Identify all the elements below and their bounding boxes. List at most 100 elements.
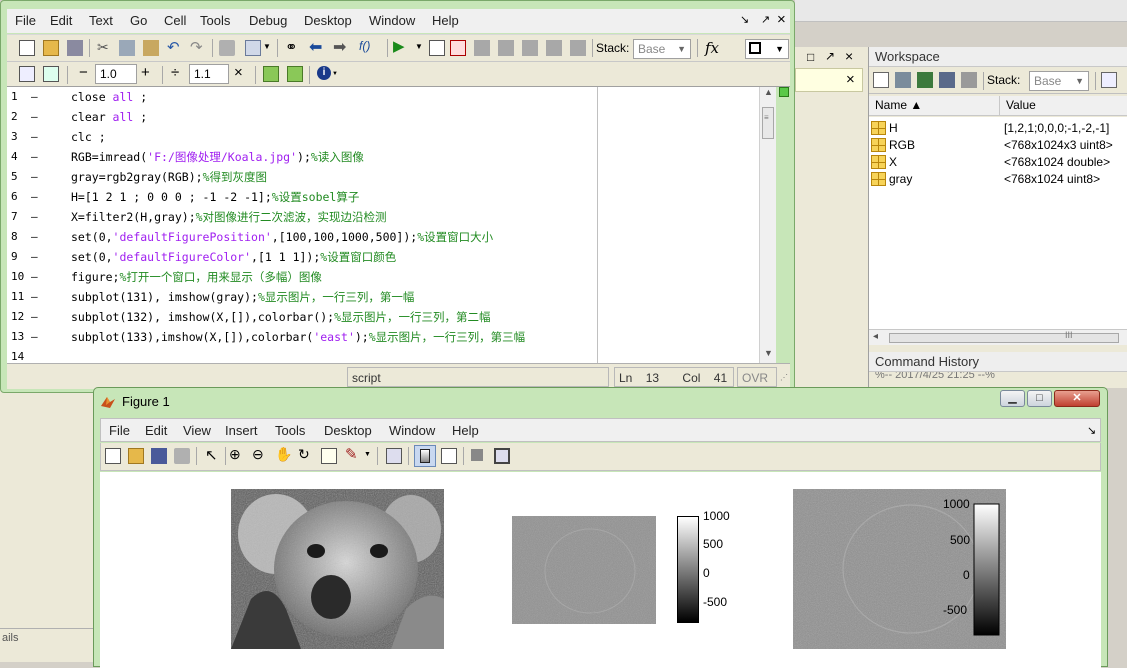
undock-icon[interactable]: ↗ xyxy=(761,13,770,26)
scroll-left-icon[interactable]: ◂ xyxy=(873,331,878,342)
dock-arrow-icon[interactable]: ↘ xyxy=(1087,424,1096,437)
select-arrow-icon[interactable]: ↖ xyxy=(205,446,218,464)
publish-icon[interactable] xyxy=(245,40,261,56)
code-line[interactable]: set(0,'defaultFigurePosition',[100,100,1… xyxy=(71,227,493,247)
open-folder-icon[interactable] xyxy=(43,40,59,56)
menu-cell[interactable]: Cell xyxy=(164,9,186,33)
column-header-value[interactable]: Value xyxy=(1006,98,1036,112)
menu-window[interactable]: Window xyxy=(389,419,435,443)
decrement-button[interactable]: − xyxy=(79,64,88,81)
import-data-icon[interactable] xyxy=(917,72,933,88)
zoom-out-icon[interactable]: ⊖ xyxy=(252,446,264,463)
code-line[interactable]: close all ; xyxy=(71,87,147,107)
menu-help[interactable]: Help xyxy=(432,9,459,33)
close-icon[interactable]: × xyxy=(845,48,853,64)
paste-icon[interactable] xyxy=(143,40,159,56)
command-history-entry[interactable]: %-- 2017/4/25 21:25 --% xyxy=(875,372,1125,380)
multiply-button[interactable]: × xyxy=(234,64,243,81)
code-line[interactable]: gray=rgb2gray(RGB);%得到灰度图 xyxy=(71,167,267,187)
scroll-down-icon[interactable]: ▼ xyxy=(764,348,773,358)
new-variable-icon[interactable] xyxy=(873,72,889,88)
scrollbar-thumb[interactable]: III xyxy=(889,330,1119,343)
chevron-down-icon[interactable]: ▼ xyxy=(332,71,338,77)
chevron-down-icon[interactable]: ▼ xyxy=(364,451,371,458)
print-icon[interactable] xyxy=(174,448,190,464)
forward-arrow-icon[interactable]: ➡ xyxy=(333,37,346,57)
table-row[interactable]: H [1,2,1;0,0,0;-1,-2,-1] xyxy=(869,120,1127,137)
save-icon[interactable] xyxy=(67,40,83,56)
redo-icon[interactable]: ↷ xyxy=(190,38,203,56)
print-icon[interactable] xyxy=(219,40,235,56)
link-plot-icon[interactable] xyxy=(386,448,402,464)
code-editor[interactable]: 1–2–3–4–5–6–7–8–9–10–11–12–13–14 close a… xyxy=(7,87,776,363)
colorbar-1[interactable] xyxy=(677,516,699,623)
close-info-icon[interactable]: × xyxy=(846,71,855,88)
menu-help[interactable]: Help xyxy=(452,419,479,443)
subplot-3-filtered-image[interactable] xyxy=(793,489,1006,649)
plot-selection-icon[interactable] xyxy=(1101,72,1117,88)
code-line[interactable]: subplot(133),imshow(X,[]),colorbar('east… xyxy=(71,327,525,347)
close-icon[interactable]: × xyxy=(777,11,786,28)
subplot-1-grayscale-image[interactable] xyxy=(231,489,444,649)
code-line[interactable]: subplot(131), imshow(gray);%显示图片，一行三列，第一… xyxy=(71,287,414,307)
code-line[interactable]: subplot(132), imshow(X,[]),colorbar();%显… xyxy=(71,307,491,327)
menu-go[interactable]: Go xyxy=(130,9,147,33)
step-icon[interactable] xyxy=(474,40,490,56)
table-row[interactable]: RGB <768x1024x3 uint8> xyxy=(869,137,1127,154)
code-line[interactable]: RGB=imread('F:/图像处理/Koala.jpg');%读入图像 xyxy=(71,147,364,167)
function-browser-icon[interactable]: f() xyxy=(359,39,370,53)
code-analyzer-status-indicator[interactable] xyxy=(779,87,789,97)
undo-icon[interactable]: ↶ xyxy=(167,38,180,56)
menu-tools[interactable]: Tools xyxy=(275,419,305,443)
resize-grip-icon[interactable]: ⋰ xyxy=(780,373,788,382)
menu-desktop[interactable]: Desktop xyxy=(324,419,372,443)
menu-insert[interactable]: Insert xyxy=(225,419,258,443)
editor-vertical-scrollbar[interactable]: ▲ ≡ ▼ xyxy=(759,87,776,363)
legend-icon[interactable] xyxy=(441,448,457,464)
table-row[interactable]: gray <768x1024 uint8> xyxy=(869,171,1127,188)
pan-hand-icon[interactable]: ✋ xyxy=(275,446,292,463)
step-out-icon[interactable] xyxy=(522,40,538,56)
layout-select[interactable]: ▼ xyxy=(745,39,789,59)
close-button[interactable]: ✕ xyxy=(1054,390,1100,407)
code-line[interactable]: X=filter2(H,gray);%对图像进行二次滤波，实现边沿检测 xyxy=(71,207,387,227)
zoom-in-icon[interactable]: ⊕ xyxy=(229,446,241,463)
menu-debug[interactable]: Debug xyxy=(249,9,287,33)
step-in-icon[interactable] xyxy=(498,40,514,56)
scrollbar-thumb[interactable]: ≡ xyxy=(762,107,774,139)
cut-icon[interactable]: ✂ xyxy=(97,39,109,56)
save-workspace-icon[interactable] xyxy=(939,72,955,88)
evaluate-cell-icon[interactable] xyxy=(43,66,59,82)
open-folder-icon[interactable] xyxy=(128,448,144,464)
rotate-3d-icon[interactable]: ↻ xyxy=(298,446,310,463)
new-figure-icon[interactable] xyxy=(105,448,121,464)
clear-breakpoints-icon[interactable] xyxy=(450,40,466,56)
column-header-name[interactable]: Name ▲ xyxy=(875,98,922,112)
subplot-2-filtered-image[interactable] xyxy=(512,516,656,624)
menu-view[interactable]: View xyxy=(183,419,211,443)
info-icon[interactable]: i xyxy=(317,66,331,80)
code-line[interactable]: clear all ; xyxy=(71,107,147,127)
open-variable-icon[interactable] xyxy=(895,72,911,88)
delete-variable-icon[interactable] xyxy=(961,72,977,88)
exit-debug-icon[interactable] xyxy=(570,40,586,56)
editor-stack-select[interactable]: Base ▼ xyxy=(633,39,691,59)
menu-edit[interactable]: Edit xyxy=(50,9,72,33)
new-file-icon[interactable] xyxy=(19,40,35,56)
menu-desktop[interactable]: Desktop xyxy=(304,9,352,33)
code-line[interactable]: set(0,'defaultFigureColor',[1 1 1]);%设置窗… xyxy=(71,247,396,267)
cell-mode-icon[interactable] xyxy=(287,66,303,82)
run-icon[interactable]: ▶ xyxy=(393,37,405,55)
back-arrow-icon[interactable]: ⬅ xyxy=(309,37,322,57)
table-row[interactable]: X <768x1024 double> xyxy=(869,154,1127,171)
save-icon[interactable] xyxy=(151,448,167,464)
show-cell-titles-icon[interactable] xyxy=(263,66,279,82)
copy-icon[interactable] xyxy=(119,40,135,56)
data-cursor-icon[interactable] xyxy=(321,448,337,464)
scroll-up-icon[interactable]: ▲ xyxy=(764,87,773,97)
insert-cell-icon[interactable] xyxy=(19,66,35,82)
figure-titlebar[interactable]: Figure 1 ▁ □ ✕ xyxy=(94,388,1107,416)
workspace-horizontal-scrollbar[interactable]: ◂ III xyxy=(869,329,1127,345)
code-line[interactable]: H=[1 2 1 ; 0 0 0 ; -1 -2 -1];%设置sobel算子 xyxy=(71,187,359,207)
menu-tools[interactable]: Tools xyxy=(200,9,230,33)
